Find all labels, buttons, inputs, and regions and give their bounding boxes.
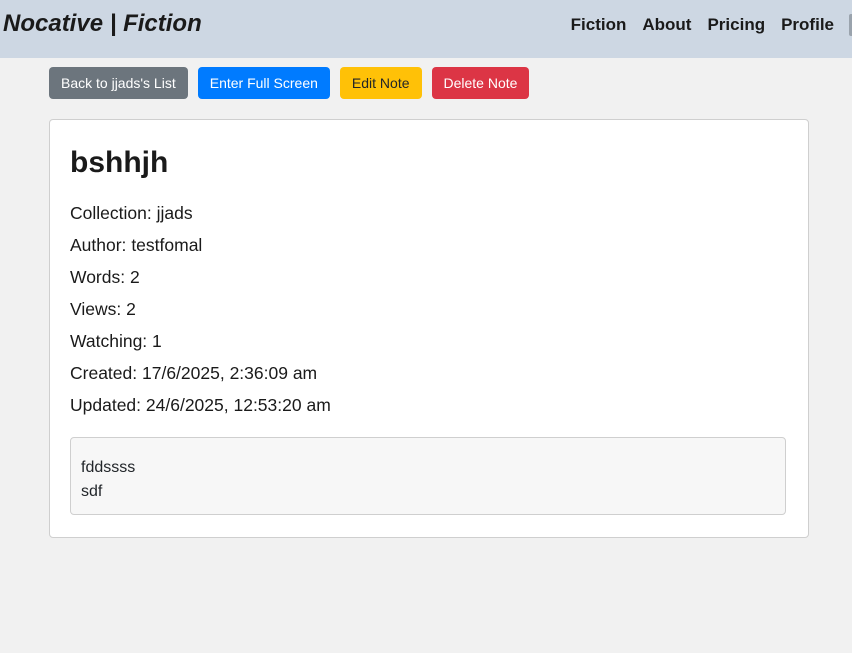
enter-full-screen-button[interactable]: Enter Full Screen	[197, 67, 330, 99]
meta-watching-label: Watching:	[70, 331, 148, 351]
meta-views: Views: 2	[70, 298, 331, 330]
meta-author: Author: testfomal	[70, 234, 331, 266]
nav-link-profile[interactable]: Profile	[781, 15, 834, 35]
meta-views-label: Views:	[70, 299, 122, 319]
meta-created: Created: 17/6/2025, 2:36:09 am	[70, 362, 331, 394]
meta-updated: Updated: 24/6/2025, 12:53:20 am	[70, 394, 331, 426]
meta-updated-label: Updated:	[70, 395, 142, 415]
content-line: fddssss	[81, 459, 136, 476]
meta-created-value: 17/6/2025, 2:36:09 am	[142, 363, 318, 383]
meta-words-value: 2	[129, 267, 140, 287]
brand-logo[interactable]: Nocative | Fiction	[3, 10, 202, 38]
meta-updated-value: 24/6/2025, 12:53:20 am	[145, 395, 331, 415]
content-line: sdf	[81, 483, 103, 500]
meta-author-value: testfomal	[131, 235, 203, 255]
note-card: bshhjh Collection: jjads Author: testfom…	[49, 119, 809, 538]
note-toolbar: Back to jjads's List Enter Full Screen E…	[49, 67, 530, 99]
nav-link-fiction[interactable]: Fiction	[571, 15, 627, 35]
meta-collection-label: Collection:	[70, 203, 152, 223]
note-content: fddssss sdf	[70, 437, 786, 515]
meta-watching-value: 1	[152, 331, 162, 351]
nav-link-pricing[interactable]: Pricing	[707, 15, 765, 35]
meta-collection: Collection: jjads	[70, 202, 331, 234]
meta-author-label: Author:	[70, 235, 127, 255]
nav-links: Fiction About Pricing Profile	[571, 15, 834, 35]
note-metadata: Collection: jjads Author: testfomal Word…	[70, 202, 331, 426]
navbar: Nocative | Fiction Fiction About Pricing…	[0, 0, 852, 58]
meta-words: Words: 2	[70, 266, 331, 298]
back-to-list-button[interactable]: Back to jjads's List	[49, 67, 188, 99]
meta-created-label: Created:	[70, 363, 138, 383]
meta-collection-value: jjads	[156, 203, 193, 223]
meta-words-label: Words:	[70, 267, 126, 287]
nav-link-about[interactable]: About	[642, 15, 691, 35]
meta-watching: Watching: 1	[70, 330, 331, 362]
edit-note-button[interactable]: Edit Note	[339, 67, 422, 99]
meta-views-value: 2	[126, 299, 136, 319]
delete-note-button[interactable]: Delete Note	[431, 67, 530, 99]
note-title: bshhjh	[70, 146, 169, 179]
